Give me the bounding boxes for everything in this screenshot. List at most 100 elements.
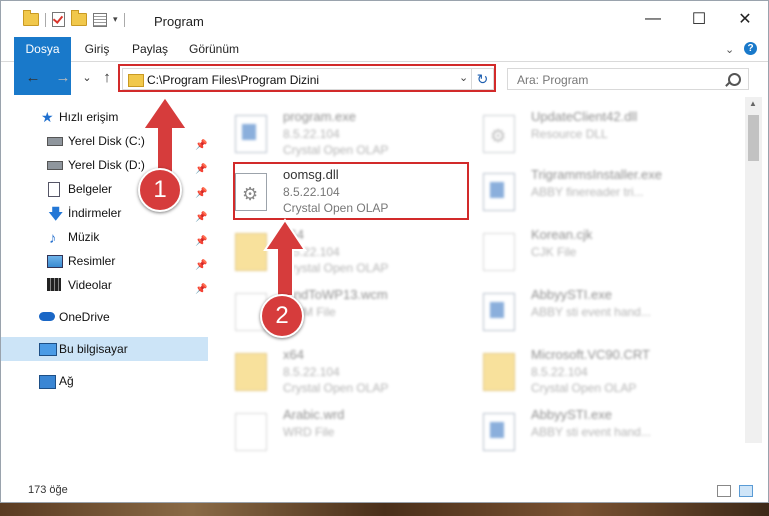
step-badge-2: 2 <box>260 294 304 338</box>
desktop-background <box>0 503 769 516</box>
help-icon[interactable]: ? <box>744 42 757 55</box>
customize-toolbar-icon[interactable]: ▾ <box>113 14 118 25</box>
scroll-up-icon[interactable]: ▲ <box>749 99 757 108</box>
file-description: WRD File <box>283 425 335 439</box>
file-description: Resource DLL <box>531 127 608 141</box>
disk-icon <box>47 161 63 170</box>
maximize-button[interactable]: ☐ <box>676 1 722 37</box>
large-icons-view-icon[interactable] <box>739 485 753 497</box>
sidebar-item-label: Resimler <box>68 254 116 268</box>
exe-icon <box>483 173 515 211</box>
file-item[interactable]: TrigrammsInstaller.exe ABBY finereader t… <box>471 163 711 221</box>
star-icon: ★ <box>41 109 54 125</box>
file-description: ABBY finereader tri... <box>531 185 644 199</box>
search-box[interactable]: Ara: Program <box>507 68 749 90</box>
file-highlight-box <box>233 162 469 220</box>
sidebar-item-label: İndirmeler <box>68 206 122 220</box>
sidebar-item-label: OneDrive <box>59 310 110 324</box>
sidebar-item-label: Ağ <box>59 374 74 388</box>
file-icon <box>483 233 515 271</box>
file-description: Crystal Open OLAP <box>283 143 389 157</box>
file-description: ABBY sti event hand... <box>531 305 651 319</box>
file-item[interactable]: AbbyySTI.exe ABBY sti event hand... <box>471 283 711 341</box>
file-item[interactable]: x64 8.5.22.104 Crystal Open OLAP <box>223 223 463 281</box>
tab-home[interactable]: Giriş <box>77 37 117 61</box>
sidebar-item-label: Videolar <box>68 278 112 292</box>
up-button[interactable]: ↑ <box>97 68 117 88</box>
file-name: Microsoft.VC90.CRT <box>531 347 650 362</box>
step-badge-1: 1 <box>138 168 182 212</box>
computer-icon <box>39 343 57 356</box>
file-description: Crystal Open OLAP <box>283 381 389 395</box>
file-name: AbbyySTI.exe <box>531 407 612 422</box>
forward-button[interactable]: → <box>53 68 73 88</box>
close-button[interactable]: ✕ <box>722 1 768 37</box>
minimize-button[interactable]: — <box>630 1 676 37</box>
sidebar-item-label: Yerel Disk (D:) <box>68 158 145 172</box>
file-name: UpdateClient42.dll <box>531 109 638 124</box>
sidebar-item-this-pc[interactable]: Bu bilgisayar <box>1 337 208 361</box>
file-name: Arabic.wrd <box>283 407 345 422</box>
file-item[interactable]: FindToWP13.wcm WCM File <box>223 283 463 341</box>
file-name: x64 <box>283 347 304 362</box>
file-version: 8.5.22.104 <box>283 365 340 379</box>
sidebar-item-pictures[interactable]: Resimler 📌 <box>1 249 208 273</box>
file-item[interactable]: Arabic.wrd WRD File <box>223 403 463 461</box>
file-item[interactable]: Korean.cjk CJK File <box>471 223 711 281</box>
scrollbar-thumb[interactable] <box>748 115 759 161</box>
new-folder-icon[interactable] <box>71 10 87 26</box>
file-item[interactable]: AbbyySTI.exe ABBY sti event hand... <box>471 403 711 461</box>
folder-icon <box>23 10 39 26</box>
search-icon <box>728 73 741 86</box>
properties-icon[interactable] <box>93 12 107 27</box>
toolbar-separator-2 <box>123 12 125 27</box>
item-count: 173 öğe <box>28 484 68 496</box>
file-item[interactable]: x64 8.5.22.104 Crystal Open OLAP <box>223 343 463 401</box>
file-description: CJK File <box>531 245 577 259</box>
title-bar: ▾ Program — ☐ ✕ <box>1 1 768 37</box>
window-title: Program <box>154 14 204 29</box>
file-item[interactable]: UpdateClient42.dll Resource DLL <box>471 105 711 163</box>
sidebar-item-onedrive[interactable]: OneDrive <box>1 305 208 329</box>
sidebar-item-videos[interactable]: Videolar 📌 <box>1 273 208 297</box>
dll-icon <box>483 115 515 153</box>
exe-icon <box>235 115 267 153</box>
sidebar-item-label: Belgeler <box>68 182 113 196</box>
toolbar-separator <box>45 12 46 27</box>
back-button[interactable]: ← <box>23 68 43 88</box>
sidebar-item-label: Hızlı erişim <box>59 110 119 124</box>
quick-access-toolbar: ▾ <box>23 10 125 27</box>
sidebar-item-label: Müzik <box>68 230 100 244</box>
recent-locations-button[interactable]: ⌄ <box>77 68 97 88</box>
sidebar-item-label: Bu bilgisayar <box>59 342 128 356</box>
sidebar-item-downloads[interactable]: 🡇 İndirmeler 📌 <box>1 201 208 225</box>
file-description: ABBY sti event hand... <box>531 425 651 439</box>
file-version: 8.5.22.104 <box>531 365 588 379</box>
file-item[interactable]: Microsoft.VC90.CRT 8.5.22.104 Crystal Op… <box>471 343 711 401</box>
tab-view[interactable]: Görünüm <box>181 37 247 61</box>
arrow-up-icon <box>263 218 307 297</box>
network-icon <box>39 375 56 389</box>
properties-check-icon[interactable] <box>52 12 65 27</box>
search-placeholder: Ara: Program <box>517 73 589 87</box>
file-item[interactable]: program.exe 8.5.22.104 Crystal Open OLAP <box>223 105 463 163</box>
exe-icon <box>483 413 515 451</box>
tab-share[interactable]: Paylaş <box>127 37 173 61</box>
details-view-icon[interactable] <box>717 485 731 497</box>
ribbon-tabs: Dosya Giriş Paylaş Görünüm ⌄ <box>1 37 768 95</box>
pin-icon[interactable]: 📌 <box>195 278 207 302</box>
sidebar-item-network[interactable]: Ağ <box>1 369 208 393</box>
file-description: Crystal Open OLAP <box>531 381 637 395</box>
file-icon <box>235 413 267 451</box>
vertical-scrollbar[interactable]: ▲ <box>745 97 762 443</box>
sidebar-item-label: Yerel Disk (C:) <box>68 134 145 148</box>
film-icon <box>47 278 61 291</box>
expand-ribbon-icon[interactable]: ⌄ <box>725 43 734 56</box>
file-name: AbbyySTI.exe <box>531 287 612 302</box>
exe-icon <box>483 293 515 331</box>
cloud-icon <box>39 312 55 321</box>
music-note-icon: ♪ <box>49 230 57 247</box>
file-name: program.exe <box>283 109 356 124</box>
file-name: Korean.cjk <box>531 227 593 242</box>
sidebar-item-music[interactable]: ♪ Müzik 📌 <box>1 225 208 249</box>
